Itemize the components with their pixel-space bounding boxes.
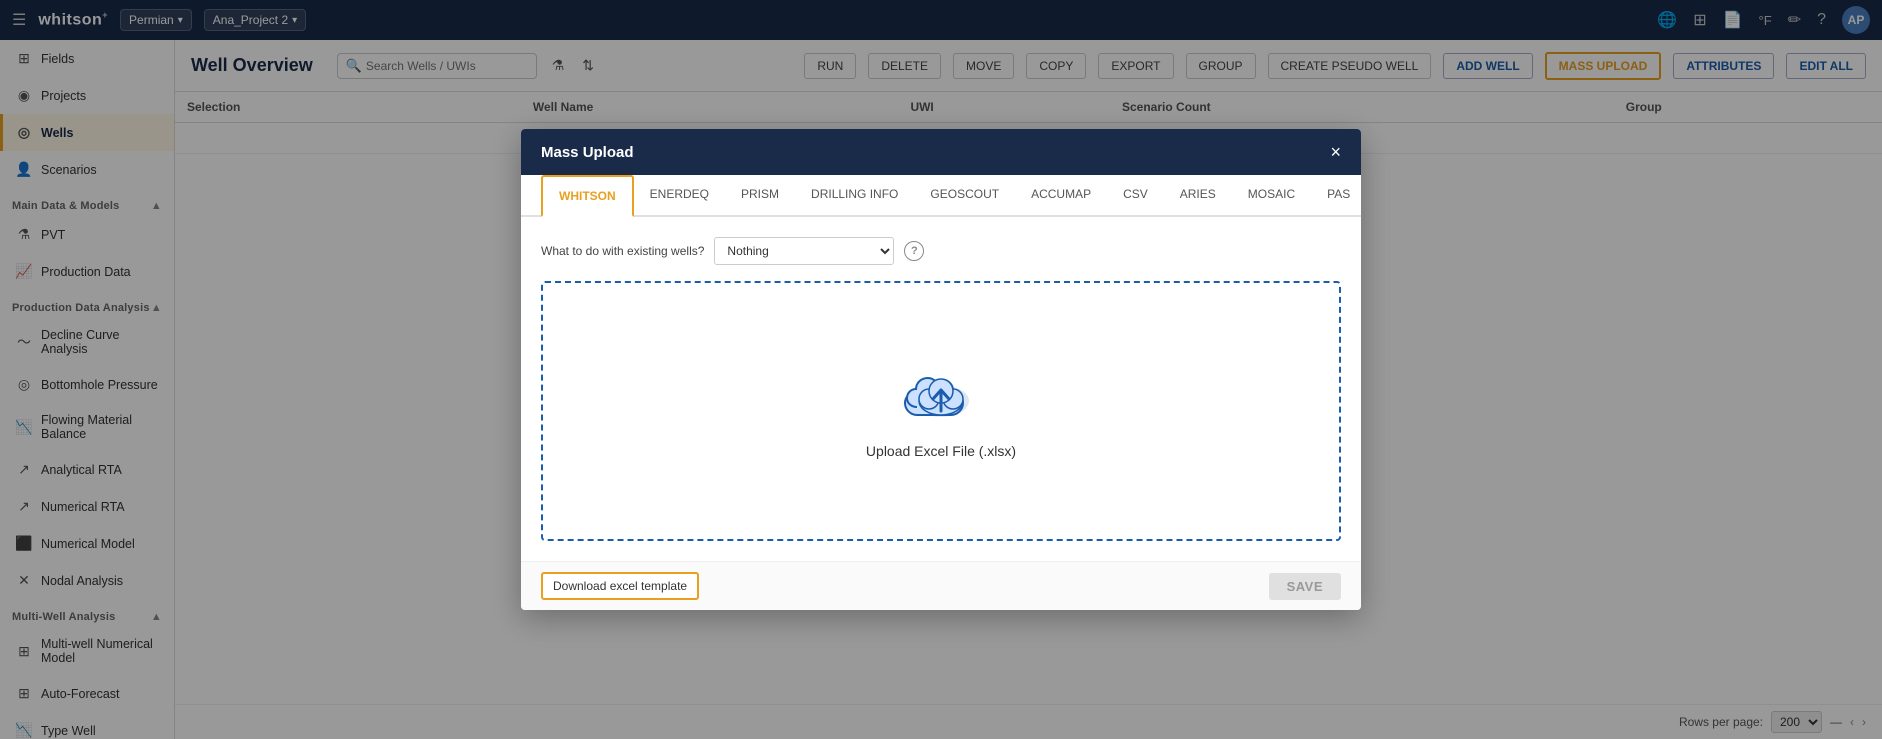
tab-drilling-info[interactable]: DRILLING INFO <box>795 175 914 217</box>
tab-whitson[interactable]: WHITSON <box>541 175 634 217</box>
tab-geoscout[interactable]: GEOSCOUT <box>914 175 1015 217</box>
upload-label: Upload Excel File (.xlsx) <box>866 443 1016 459</box>
save-button[interactable]: SAVE <box>1269 573 1341 600</box>
modal-header: Mass Upload × <box>521 129 1361 175</box>
tab-mosaic[interactable]: MOSAIC <box>1232 175 1311 217</box>
mass-upload-modal: Mass Upload × WHITSON ENERDEQ PRISM DRIL… <box>521 129 1361 610</box>
upload-zone[interactable]: Upload Excel File (.xlsx) <box>541 281 1341 541</box>
modal-title: Mass Upload <box>541 144 634 161</box>
existing-wells-form-row: What to do with existing wells? Nothing … <box>541 237 1341 265</box>
existing-wells-help-icon[interactable]: ? <box>904 241 924 261</box>
existing-wells-label: What to do with existing wells? <box>541 244 704 258</box>
modal-footer: Download excel template SAVE <box>521 561 1361 610</box>
tab-accumap[interactable]: ACCUMAP <box>1015 175 1107 217</box>
modal-overlay[interactable]: Mass Upload × WHITSON ENERDEQ PRISM DRIL… <box>0 0 1882 739</box>
tab-enerdeq[interactable]: ENERDEQ <box>634 175 725 217</box>
tab-pas[interactable]: PAS <box>1311 175 1361 217</box>
modal-content-area: What to do with existing wells? Nothing … <box>521 217 1361 561</box>
tab-prism[interactable]: PRISM <box>725 175 795 217</box>
download-template-button[interactable]: Download excel template <box>541 572 699 600</box>
modal-tabs: WHITSON ENERDEQ PRISM DRILLING INFO GEOS… <box>521 175 1361 217</box>
tab-csv[interactable]: CSV <box>1107 175 1164 217</box>
tab-aries[interactable]: ARIES <box>1164 175 1232 217</box>
cloud-upload-icon <box>901 363 981 427</box>
existing-wells-select[interactable]: Nothing Update Delete and Replace <box>714 237 894 265</box>
modal-close-button[interactable]: × <box>1330 143 1341 161</box>
